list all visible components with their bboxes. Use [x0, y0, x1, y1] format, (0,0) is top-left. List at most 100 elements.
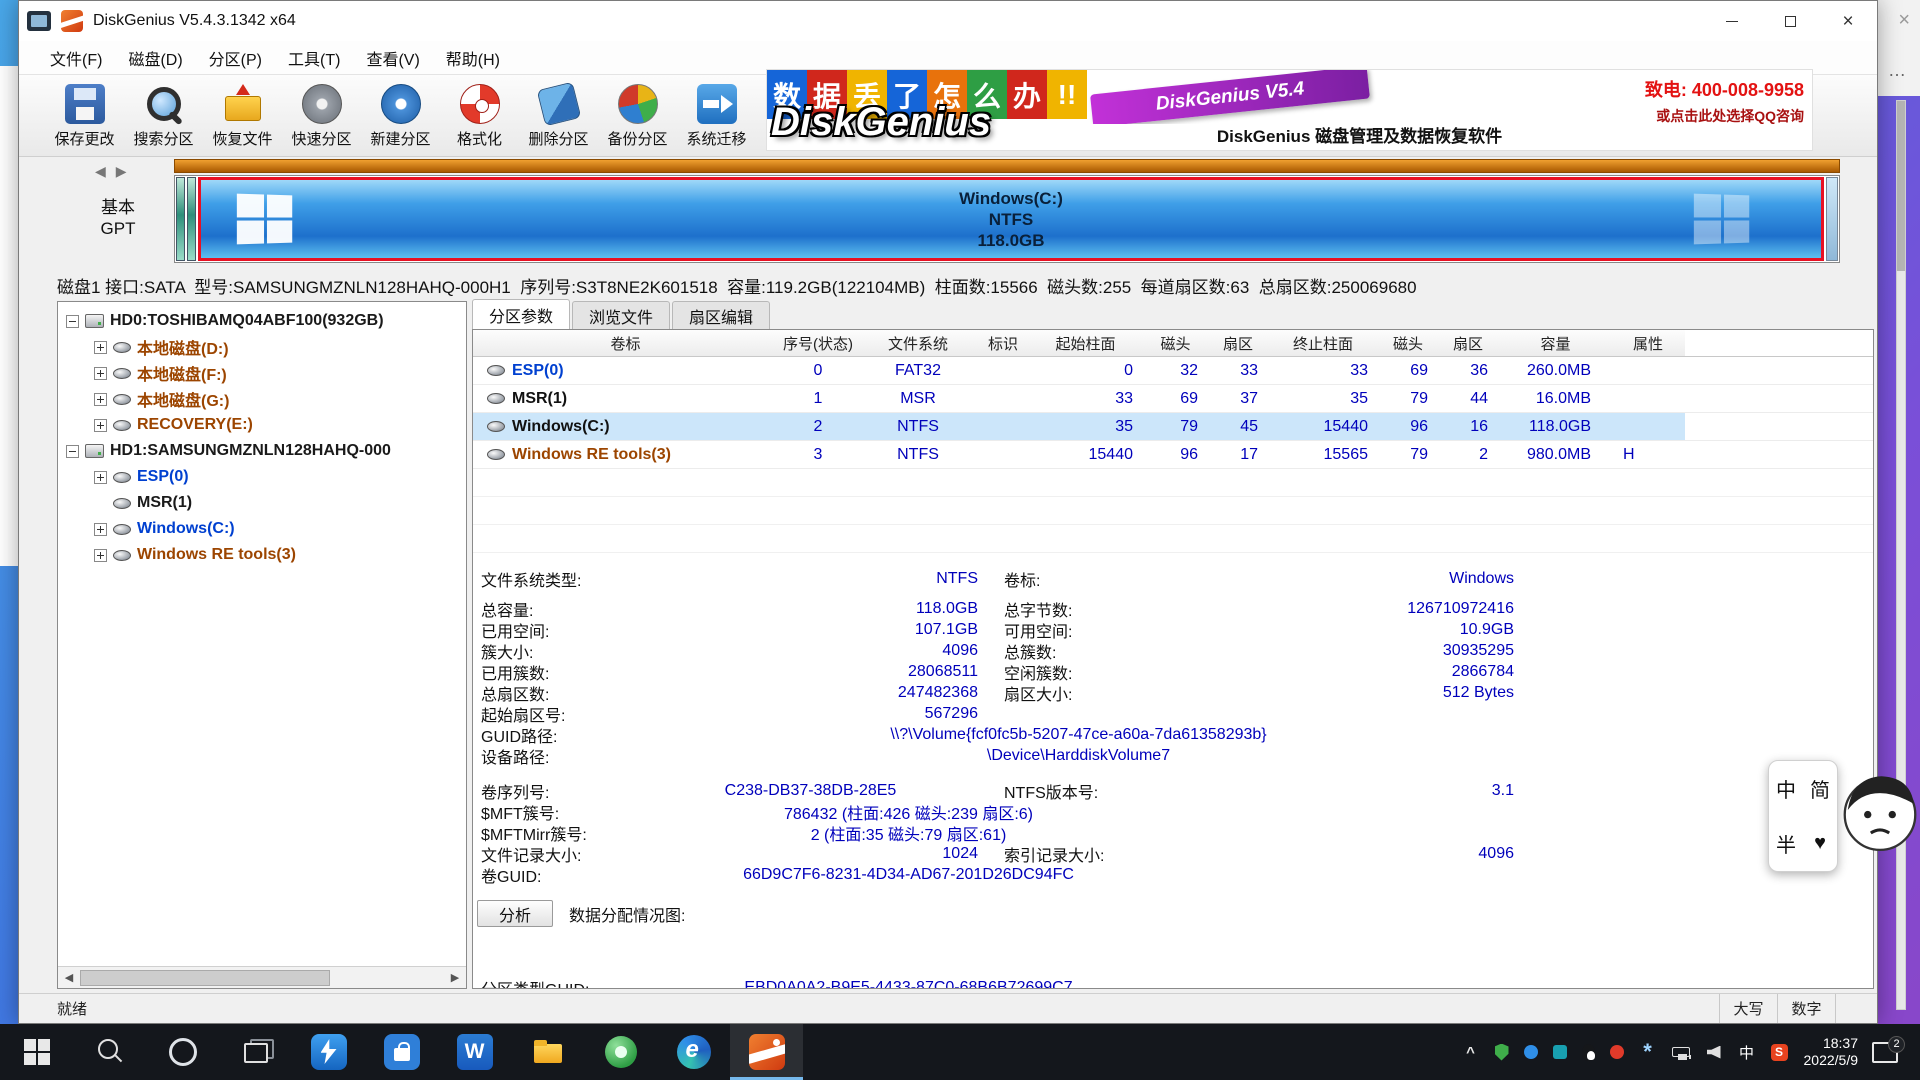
tree-expander[interactable]: [94, 419, 107, 432]
scrollbar-thumb[interactable]: [80, 970, 330, 986]
tree-item[interactable]: HD0:TOSHIBAMQ04ABF100(932GB): [58, 308, 466, 334]
toolbar-button[interactable]: 备份分区: [598, 78, 677, 154]
ime-tray-icon[interactable]: 中: [1738, 1043, 1756, 1061]
tab[interactable]: 浏览文件: [572, 301, 670, 329]
shield-tray-icon[interactable]: [1495, 1044, 1509, 1061]
tree-item[interactable]: Windows(C:): [58, 516, 466, 542]
toolbar-button[interactable]: 系统迁移: [677, 78, 756, 154]
prev-disk-button[interactable]: ◀: [95, 163, 106, 180]
next-disk-button[interactable]: ▶: [116, 163, 127, 180]
background-scrollbar-thumb[interactable]: [1897, 101, 1905, 271]
titlebar[interactable]: DiskGenius V5.4.3.1342 x64 ×: [19, 1, 1877, 41]
chevron-tray-icon[interactable]: ^: [1462, 1043, 1480, 1061]
column-header[interactable]: 起始柱面: [1028, 333, 1143, 354]
tree-item[interactable]: HD1:SAMSUNGMZNLN128HAHQ-000: [58, 438, 466, 464]
tree-expander[interactable]: [66, 315, 79, 328]
menu-item[interactable]: 查看(V): [353, 41, 432, 74]
tree-item[interactable]: 本地磁盘(D:): [58, 334, 466, 360]
partition-row[interactable]: MSR(1) 1 MSR 33 69 37 35 79 44 16.0MB: [473, 385, 1873, 413]
menu-item[interactable]: 分区(P): [196, 41, 275, 74]
banner-qq-link[interactable]: 或点击此处选择QQ咨询: [1645, 106, 1804, 126]
column-header[interactable]: 文件系统: [858, 333, 978, 354]
scroll-left-icon[interactable]: ◀: [58, 971, 80, 984]
toolbar-button[interactable]: 保存更改: [45, 78, 124, 154]
ime-statusbar-widget[interactable]: 中简半 ♥: [1768, 760, 1838, 872]
column-header[interactable]: 序号(状态): [778, 333, 858, 354]
toolbar-button[interactable]: 搜索分区: [124, 78, 203, 154]
partition-row[interactable]: Windows RE tools(3) 3 NTFS 15440 96 17 1…: [473, 441, 1873, 469]
ad-banner[interactable]: 数据丢了怎么办!! DiskGenius DiskGenius V5.4 致电:…: [766, 69, 1813, 151]
tree-expander[interactable]: [66, 445, 79, 458]
msr-partition-block[interactable]: [187, 177, 196, 261]
analyze-button[interactable]: 分析: [477, 900, 553, 927]
tree-item[interactable]: 本地磁盘(G:): [58, 386, 466, 412]
tree-expander[interactable]: [94, 393, 107, 406]
tree-item[interactable]: 本地磁盘(F:): [58, 360, 466, 386]
cortana-taskbar-button[interactable]: [146, 1024, 219, 1080]
store-taskbar-button[interactable]: [365, 1024, 438, 1080]
speaker-tray-icon[interactable]: [1705, 1043, 1723, 1061]
background-menu-icon[interactable]: …: [1888, 60, 1906, 81]
tree-item[interactable]: MSR(1): [58, 490, 466, 516]
tab[interactable]: 扇区编辑: [672, 301, 770, 329]
column-header[interactable]: 标识: [978, 333, 1028, 354]
close-button[interactable]: ×: [1819, 1, 1877, 41]
tree-expander[interactable]: [94, 471, 107, 484]
column-header[interactable]: 终止柱面: [1268, 333, 1378, 354]
edge-taskbar-button[interactable]: [657, 1024, 730, 1080]
column-header[interactable]: 磁头: [1143, 333, 1208, 354]
dot-blue-tray-icon[interactable]: [1524, 1045, 1538, 1059]
tab[interactable]: 分区参数: [472, 299, 570, 329]
taskview-taskbar-button[interactable]: [219, 1024, 292, 1080]
partition-row[interactable]: Windows(C:) 2 NTFS 35 79 45 15440 96 16 …: [473, 413, 1873, 441]
background-scrollbar[interactable]: [1896, 100, 1906, 1010]
tree-item[interactable]: Windows RE tools(3): [58, 542, 466, 568]
column-header[interactable]: 扇区: [1438, 333, 1498, 354]
ime-mode-toggle[interactable]: ♥: [1814, 832, 1826, 855]
tree-expander[interactable]: [94, 341, 107, 354]
toolbar-button[interactable]: 新建分区: [361, 78, 440, 154]
explorer-taskbar-button[interactable]: [511, 1024, 584, 1080]
partition-row[interactable]: ESP(0) 0 FAT32 0 32 33 33 69 36 260.0MB: [473, 357, 1873, 385]
start-taskbar-button[interactable]: [0, 1024, 73, 1080]
bolt-taskbar-button[interactable]: [292, 1024, 365, 1080]
sogou-tray-icon[interactable]: S: [1771, 1044, 1788, 1061]
tree-expander[interactable]: [94, 549, 107, 562]
tree-expander[interactable]: [94, 523, 107, 536]
menu-item[interactable]: 帮助(H): [433, 41, 513, 74]
diskgenius-taskbar-button[interactable]: [730, 1024, 803, 1080]
toolbar-button[interactable]: 恢复文件: [203, 78, 282, 154]
tree-item[interactable]: RECOVERY(E:): [58, 412, 466, 438]
tree-item[interactable]: ESP(0): [58, 464, 466, 490]
menu-item[interactable]: 文件(F): [37, 41, 115, 74]
battery-tray-icon[interactable]: [1672, 1047, 1690, 1057]
column-header[interactable]: 容量: [1498, 333, 1613, 354]
browser-taskbar-button[interactable]: [584, 1024, 657, 1080]
maximize-button[interactable]: [1761, 1, 1819, 41]
toolbar-button[interactable]: 格式化: [440, 78, 519, 154]
column-header[interactable]: 磁头: [1378, 333, 1438, 354]
tree-expander[interactable]: [94, 367, 107, 380]
menu-item[interactable]: 工具(T): [275, 41, 353, 74]
ime-mode-toggle[interactable]: 中: [1776, 774, 1796, 803]
minimize-button[interactable]: [1703, 1, 1761, 41]
esp-partition-block[interactable]: [176, 177, 185, 261]
search-taskbar-button[interactable]: [73, 1024, 146, 1080]
action-center-icon[interactable]: 2: [1872, 1042, 1898, 1063]
ime-mode-toggle[interactable]: 半: [1776, 829, 1796, 858]
background-close-icon[interactable]: ×: [1898, 10, 1910, 30]
column-header[interactable]: 卷标: [473, 333, 778, 354]
toolbar-button[interactable]: 删除分区: [519, 78, 598, 154]
dot-red-tray-icon[interactable]: [1610, 1045, 1624, 1059]
tree-horizontal-scrollbar[interactable]: ◀ ▶: [58, 966, 466, 988]
column-header[interactable]: 扇区: [1208, 333, 1268, 354]
penguin-tray-icon[interactable]: [1582, 1044, 1595, 1061]
column-header[interactable]: 属性: [1613, 333, 1683, 354]
ime-mode-toggle[interactable]: 简: [1810, 774, 1830, 803]
menu-item[interactable]: 磁盘(D): [115, 41, 195, 74]
word-taskbar-button[interactable]: [438, 1024, 511, 1080]
sq-teal-tray-icon[interactable]: [1553, 1045, 1567, 1059]
taskbar-clock[interactable]: 18:37 2022/5/9: [1804, 1035, 1859, 1069]
flake-tray-icon[interactable]: *: [1639, 1043, 1657, 1061]
recovery-partition-block[interactable]: [1826, 177, 1838, 261]
